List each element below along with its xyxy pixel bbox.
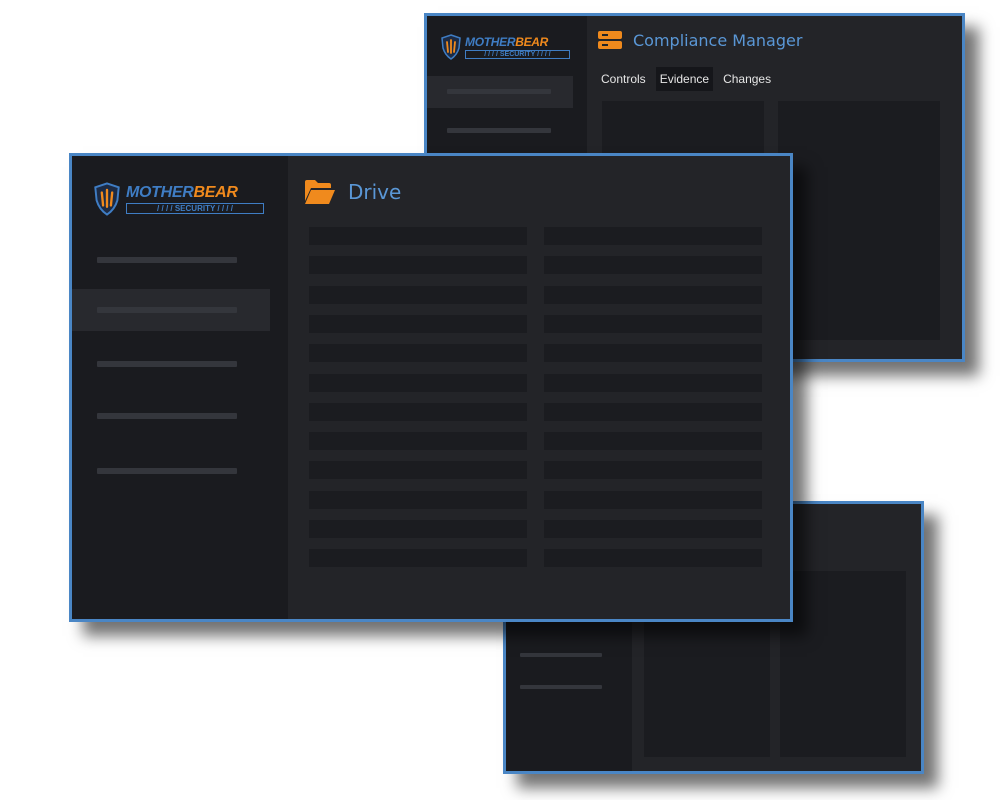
window-drive: MOTHERBEAR / / / / SECURITY / / / / Driv… xyxy=(69,153,793,622)
page-title: Compliance Manager xyxy=(633,30,803,50)
sidebar-item[interactable] xyxy=(506,676,632,700)
page-title: Drive xyxy=(348,180,402,204)
server-stack-icon xyxy=(598,31,622,49)
tab-bar: Controls Evidence Changes xyxy=(597,67,775,91)
file-row[interactable] xyxy=(544,227,762,245)
brand-word-right: BEAR xyxy=(515,35,549,49)
shield-icon xyxy=(94,182,120,216)
file-row[interactable] xyxy=(309,286,527,304)
brand-word-right: BEAR xyxy=(193,184,238,201)
file-row[interactable] xyxy=(309,491,527,509)
file-row[interactable] xyxy=(309,256,527,274)
page-header: Compliance Manager xyxy=(598,30,802,50)
content-panel xyxy=(778,101,940,340)
file-row[interactable] xyxy=(309,227,527,245)
tab-evidence[interactable]: Evidence xyxy=(655,67,714,91)
file-row[interactable] xyxy=(309,432,527,450)
file-row[interactable] xyxy=(544,315,762,333)
tab-changes[interactable]: Changes xyxy=(719,67,775,91)
sidebar-item[interactable] xyxy=(427,76,573,108)
file-row[interactable] xyxy=(309,549,527,567)
file-row[interactable] xyxy=(544,256,762,274)
file-row[interactable] xyxy=(544,286,762,304)
file-row[interactable] xyxy=(309,344,527,362)
file-row[interactable] xyxy=(544,491,762,509)
file-row[interactable] xyxy=(309,315,527,333)
shield-icon xyxy=(441,34,461,60)
folder-open-icon xyxy=(305,180,335,204)
sidebar-item[interactable] xyxy=(72,344,270,384)
sidebar-item-placeholder xyxy=(447,89,551,94)
sidebar-item-placeholder xyxy=(97,468,237,474)
brand-word-left: MOTHER xyxy=(126,184,194,201)
brand-subtitle: SECURITY xyxy=(174,204,216,213)
sidebar-item-placeholder xyxy=(447,128,551,133)
brand-subtitle: SECURITY xyxy=(499,51,536,58)
sidebar-item[interactable] xyxy=(72,240,270,280)
file-row[interactable] xyxy=(309,520,527,538)
sidebar-item[interactable] xyxy=(72,451,270,491)
brand-logo: MOTHERBEAR / / / / SECURITY / / / / xyxy=(441,34,581,62)
file-row[interactable] xyxy=(309,403,527,421)
file-row[interactable] xyxy=(544,432,762,450)
file-row[interactable] xyxy=(544,520,762,538)
file-row[interactable] xyxy=(544,403,762,421)
file-list xyxy=(309,227,764,572)
main-content: Drive xyxy=(288,156,790,619)
file-row[interactable] xyxy=(309,374,527,392)
sidebar: MOTHERBEAR / / / / SECURITY / / / / xyxy=(72,156,288,619)
sidebar-item[interactable] xyxy=(72,396,270,436)
sidebar-item-placeholder xyxy=(520,653,602,657)
sidebar-item-active[interactable] xyxy=(72,289,270,331)
content-panel xyxy=(780,571,906,757)
sidebar-item-placeholder xyxy=(97,257,237,263)
file-row[interactable] xyxy=(544,374,762,392)
sidebar-item-placeholder xyxy=(97,361,237,367)
file-row[interactable] xyxy=(544,461,762,479)
file-row[interactable] xyxy=(309,461,527,479)
file-row[interactable] xyxy=(544,549,762,567)
brand-word-left: MOTHER xyxy=(465,35,516,49)
page-header: Drive xyxy=(304,179,401,205)
sidebar-item[interactable] xyxy=(427,116,573,148)
sidebar-item-placeholder xyxy=(97,307,237,313)
tab-controls[interactable]: Controls xyxy=(597,67,650,91)
sidebar-item-placeholder xyxy=(520,685,602,689)
sidebar-item-placeholder xyxy=(97,413,237,419)
file-row[interactable] xyxy=(544,344,762,362)
sidebar-item[interactable] xyxy=(506,644,632,668)
brand-logo: MOTHERBEAR / / / / SECURITY / / / / xyxy=(94,182,274,216)
